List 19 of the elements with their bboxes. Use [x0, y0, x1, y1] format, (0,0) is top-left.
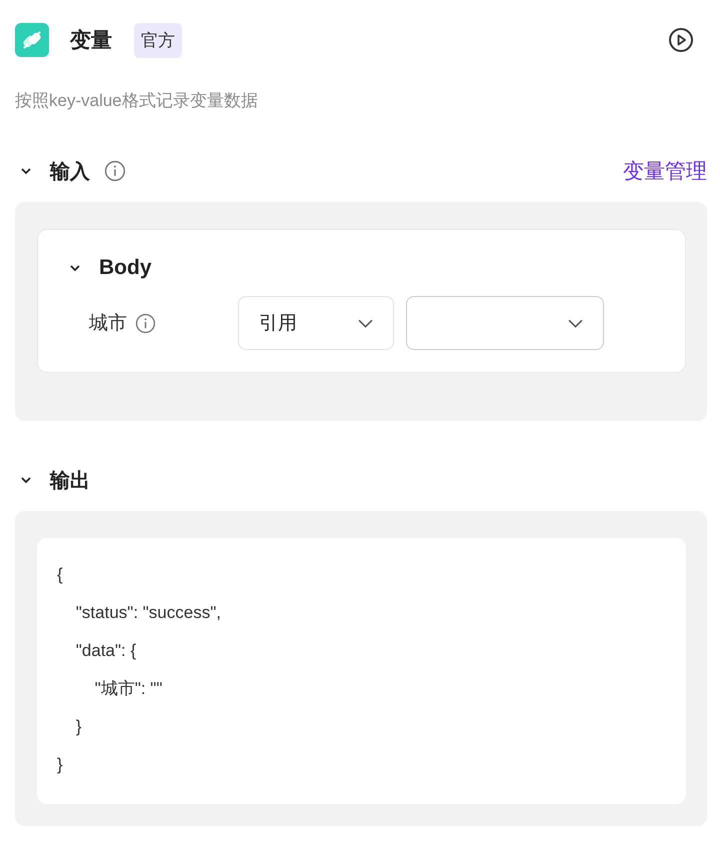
mode-select[interactable]: 引用	[238, 296, 394, 350]
plug-icon	[15, 23, 49, 57]
variable-management-link[interactable]: 变量管理	[623, 157, 707, 185]
node-title: 变量	[70, 28, 112, 54]
chevron-icon[interactable]	[20, 167, 32, 175]
info-icon[interactable]	[135, 312, 156, 334]
official-badge: 官方	[134, 22, 182, 58]
description: 按照key-value格式记录变量数据	[15, 90, 259, 112]
chevron-icon[interactable]	[69, 264, 81, 272]
field-label: 城市	[89, 312, 127, 336]
json-output: { "status": "success", "data": { "城市": "" } }	[57, 564, 222, 776]
chevron-icon[interactable]	[20, 476, 32, 484]
section-title: 输出	[50, 468, 90, 494]
play-icon[interactable]	[668, 27, 694, 53]
group-title: Body	[99, 256, 152, 280]
caret-icon	[358, 318, 373, 328]
caret-icon	[568, 318, 583, 328]
section-title: 输入	[50, 160, 90, 184]
info-icon[interactable]	[104, 160, 126, 182]
